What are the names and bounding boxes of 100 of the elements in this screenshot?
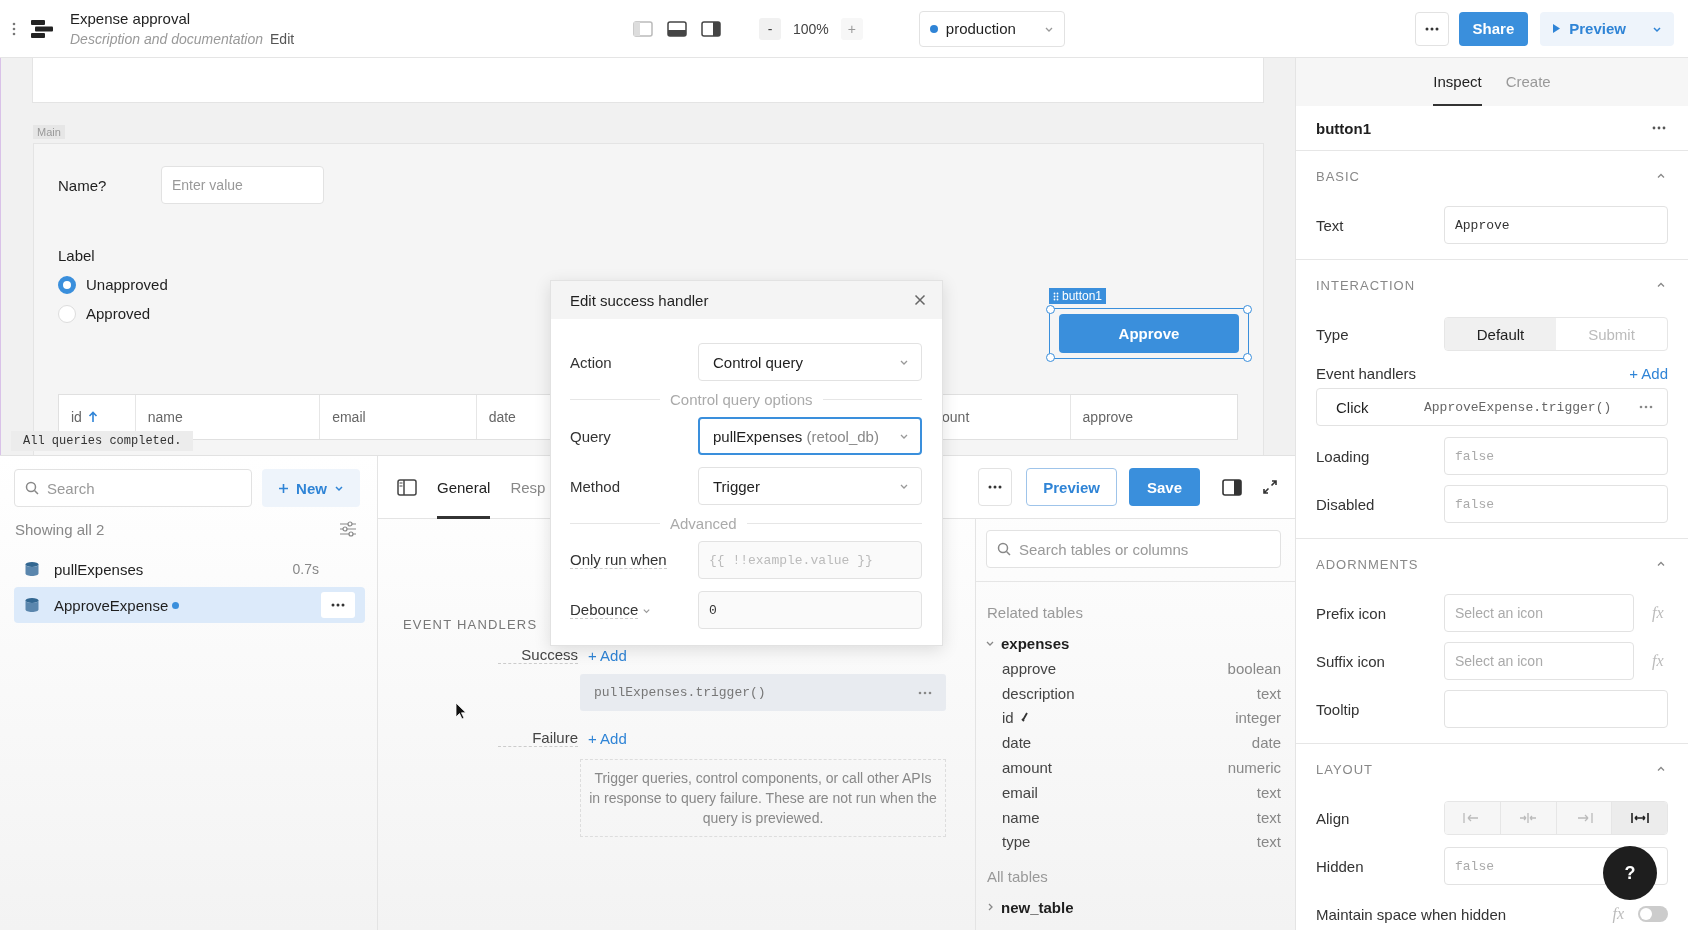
preview-label[interactable]: Preview	[1569, 20, 1626, 37]
inspector-tab[interactable]: Inspect	[1433, 58, 1482, 106]
column-header[interactable]: approve	[1070, 395, 1237, 439]
icon-select[interactable]: Select an icon	[1444, 642, 1634, 680]
handler-item[interactable]: pullExpenses.trigger()	[580, 674, 946, 711]
code-input[interactable]: 0	[698, 591, 922, 629]
zoom-out-button[interactable]: -	[759, 17, 781, 40]
column-type: text	[1256, 783, 1281, 801]
approve-button[interactable]: Approve	[1059, 314, 1239, 353]
chevron-down-icon	[333, 483, 344, 493]
new-query-button[interactable]: New	[262, 469, 360, 507]
formula-toggle[interactable]: fx	[1652, 652, 1664, 670]
add-handler-link[interactable]: + Add	[588, 646, 627, 664]
query-item[interactable]: pullExpenses 0.7s	[14, 551, 365, 587]
save-button[interactable]: Save	[1128, 468, 1200, 506]
formula-toggle[interactable]: fx	[1652, 604, 1664, 622]
resize-handle[interactable]	[1046, 305, 1055, 314]
chevron-up-icon[interactable]	[1656, 764, 1666, 774]
query-count: Showing all 2	[15, 520, 105, 538]
field-label: Query	[570, 427, 612, 445]
chevron-up-icon[interactable]	[1656, 559, 1666, 569]
property-label: Prefix icon	[1316, 604, 1388, 622]
resize-handle[interactable]	[1046, 353, 1055, 362]
section-heading: EVENT HANDLERS	[403, 617, 539, 632]
more-icon[interactable]	[1652, 126, 1666, 130]
property-input[interactable]: false	[1444, 485, 1668, 523]
segment-option[interactable]: Default	[1445, 318, 1556, 350]
radio-label: Approved	[86, 305, 151, 322]
search-field[interactable]: Search	[14, 469, 252, 507]
inspector-tab[interactable]: Create	[1505, 58, 1551, 106]
property-label: Event handlers	[1316, 364, 1418, 382]
app-description: Description and documentation	[70, 31, 263, 47]
event-handler-item[interactable]: Click ApproveExpense.trigger()	[1316, 388, 1668, 426]
resize-handle[interactable]	[1243, 305, 1252, 314]
drag-handle-icon[interactable]	[1053, 291, 1059, 301]
preview-button[interactable]: Preview	[1026, 468, 1117, 506]
schema-search-field[interactable]: Search tables or columns	[986, 530, 1281, 568]
property-input[interactable]: Approve	[1444, 206, 1668, 244]
plus-icon	[278, 482, 290, 494]
expand-icon[interactable]	[1262, 479, 1278, 495]
more-icon[interactable]	[1639, 405, 1653, 409]
select-field[interactable]: Trigger	[698, 467, 922, 505]
property-input[interactable]: false	[1444, 437, 1668, 475]
editor-tab[interactable]: General	[437, 455, 491, 519]
empty-state-text: Trigger queries, control components, or call other APIs in response to query failure. These are not run when the query is previewed.	[580, 759, 946, 837]
select-field[interactable]: Control query	[698, 343, 922, 381]
query-item[interactable]: ApproveExpense	[14, 587, 365, 623]
environment-select[interactable]: production	[918, 10, 1065, 47]
database-icon	[24, 560, 40, 578]
panel-icon[interactable]	[1222, 478, 1242, 496]
segment-option[interactable]: Submit	[1556, 318, 1667, 350]
property-label: Hidden	[1316, 857, 1365, 875]
icon-select[interactable]: Select an icon	[1444, 594, 1634, 632]
chevron-up-icon[interactable]	[1656, 171, 1666, 181]
add-handler-link[interactable]: + Add	[1629, 364, 1668, 382]
close-icon[interactable]	[914, 294, 926, 306]
property-label: Text	[1316, 216, 1345, 234]
app-logo-icon[interactable]	[30, 17, 54, 40]
align-stretch-icon	[1629, 812, 1650, 824]
filter-icon[interactable]	[339, 521, 357, 537]
chevron-up-icon[interactable]	[1656, 280, 1666, 290]
drag-handle-icon[interactable]	[12, 21, 16, 36]
search-icon	[25, 481, 39, 495]
database-icon	[24, 596, 40, 614]
toggle-switch[interactable]	[1638, 906, 1668, 922]
app-title: Expense approval	[70, 10, 192, 27]
resize-handle[interactable]	[1243, 353, 1252, 362]
preview-split-button[interactable]: Preview	[1540, 11, 1674, 46]
query-menu-button[interactable]	[321, 592, 355, 618]
table-tree-item[interactable]: new_table	[985, 894, 1281, 921]
panel-layout-icon[interactable]	[701, 20, 721, 37]
column-header[interactable]: email	[320, 395, 477, 439]
column-name: email	[1002, 783, 1038, 801]
sidebar-toggle-icon[interactable]	[397, 478, 417, 496]
section-label: Main	[33, 125, 65, 139]
edit-link[interactable]: Edit	[270, 31, 295, 47]
column-name: id	[1002, 709, 1014, 727]
align-option[interactable]	[1612, 802, 1667, 834]
property-label: Disabled	[1316, 495, 1376, 513]
name-input[interactable]: Enter value	[161, 166, 324, 204]
formula-toggle[interactable]: fx	[1612, 905, 1624, 923]
column-type: boolean	[1227, 659, 1281, 677]
component-tag[interactable]: button1	[1049, 288, 1107, 304]
status-dot	[929, 24, 938, 33]
panel-layout-icon[interactable]	[667, 20, 687, 37]
more-icon	[988, 485, 1003, 489]
selection-frame[interactable]: Approve	[1049, 308, 1249, 359]
editor-tab[interactable]: Resp	[510, 455, 546, 519]
environment-name: production	[945, 20, 1016, 37]
handler-label: Failure	[498, 729, 578, 747]
more-button[interactable]	[1414, 11, 1449, 46]
select-field[interactable]: pullExpenses (retool_db)	[698, 417, 922, 455]
share-button[interactable]: Share	[1458, 11, 1529, 46]
add-handler-link[interactable]: + Add	[588, 729, 627, 747]
table-tree-item[interactable]: expenses	[985, 630, 1281, 656]
property-label: Type	[1316, 325, 1350, 343]
radio-button[interactable]	[58, 275, 76, 294]
field-label: Method	[570, 477, 622, 495]
property-input[interactable]	[1444, 690, 1668, 728]
more-button[interactable]	[978, 468, 1013, 506]
